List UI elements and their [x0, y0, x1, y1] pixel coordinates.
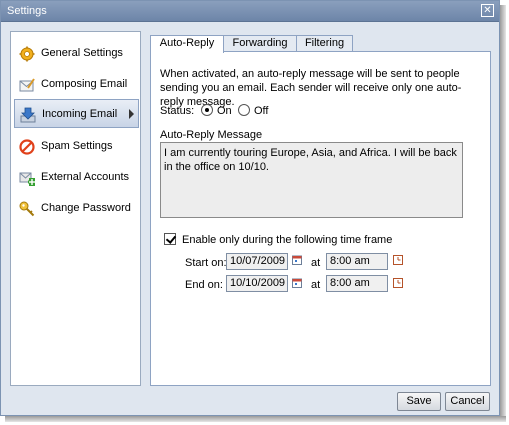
sidebar-item-composing-email[interactable]: Composing Email — [14, 70, 139, 99]
status-on-radio[interactable] — [201, 104, 213, 116]
no-entry-icon — [19, 139, 35, 155]
start-date-input[interactable]: 10/07/2009 — [226, 253, 288, 270]
window-shadow-bottom — [5, 416, 506, 422]
tab-forwarding[interactable]: Forwarding — [223, 35, 297, 52]
title-bar: Settings ✕ — [1, 1, 499, 22]
sidebar-item-label: External Accounts — [41, 171, 130, 183]
auto-reply-panel: When activated, an auto-reply message wi… — [150, 51, 491, 386]
clock-icon[interactable] — [393, 255, 403, 265]
compose-icon — [19, 78, 35, 92]
sidebar-item-label: General Settings — [41, 47, 123, 59]
sidebar-item-label: Spam Settings — [41, 140, 113, 152]
close-button[interactable]: ✕ — [481, 4, 494, 17]
start-on-label: Start on: — [185, 257, 227, 269]
sidebar-item-external-accounts[interactable]: External Accounts — [14, 163, 139, 192]
window-title: Settings — [7, 5, 47, 17]
start-at-label: at — [311, 257, 321, 269]
status-off-label[interactable]: Off — [254, 105, 268, 117]
start-time-input[interactable]: 8:00 am — [326, 253, 388, 270]
end-on-label: End on: — [185, 279, 223, 291]
status-off-radio[interactable] — [238, 104, 250, 116]
gear-icon — [19, 46, 35, 62]
auto-reply-description: When activated, an auto-reply message wi… — [160, 68, 462, 108]
end-date-input[interactable]: 10/10/2009 — [226, 275, 288, 292]
status-label: Status: — [160, 105, 195, 117]
sidebar-item-label: Change Password — [41, 202, 131, 214]
end-at-label: at — [311, 279, 321, 291]
clock-icon[interactable] — [393, 278, 403, 288]
timeframe-label[interactable]: Enable only during the following time fr… — [182, 234, 392, 246]
inbox-down-arrow-icon — [20, 107, 36, 123]
close-icon: ✕ — [483, 5, 492, 16]
tab-label: Filtering — [304, 37, 345, 49]
calendar-icon[interactable] — [292, 255, 302, 265]
cancel-button[interactable]: Cancel — [445, 392, 490, 411]
settings-sidebar: General Settings Composing Email Incomin… — [10, 31, 141, 386]
sidebar-item-label: Composing Email — [41, 78, 128, 90]
chevron-right-icon — [129, 109, 134, 119]
key-icon — [19, 201, 35, 217]
end-time-input[interactable]: 8:00 am — [326, 275, 388, 292]
add-account-icon — [19, 172, 35, 186]
auto-reply-message-label: Auto-Reply Message — [160, 129, 263, 141]
tab-filtering[interactable]: Filtering — [296, 35, 353, 52]
settings-dialog: Settings ✕ General Settings Composing Em… — [0, 0, 500, 416]
timeframe-checkbox[interactable] — [164, 233, 176, 245]
sidebar-item-general-settings[interactable]: General Settings — [14, 39, 139, 68]
tab-auto-reply[interactable]: Auto-Reply — [150, 35, 224, 53]
sidebar-item-incoming-email[interactable]: Incoming Email — [14, 99, 139, 128]
window-shadow-right — [500, 5, 506, 419]
save-button[interactable]: Save — [397, 392, 441, 411]
sidebar-item-label: Incoming Email — [42, 108, 118, 120]
calendar-icon[interactable] — [292, 278, 302, 288]
auto-reply-message-textarea[interactable]: I am currently touring Europe, Asia, and… — [160, 142, 463, 218]
sidebar-item-spam-settings[interactable]: Spam Settings — [14, 132, 139, 161]
tab-label: Auto-Reply — [159, 37, 215, 49]
status-on-label[interactable]: On — [217, 105, 232, 117]
sidebar-item-change-password[interactable]: Change Password — [14, 194, 139, 223]
tab-label: Forwarding — [232, 37, 288, 49]
